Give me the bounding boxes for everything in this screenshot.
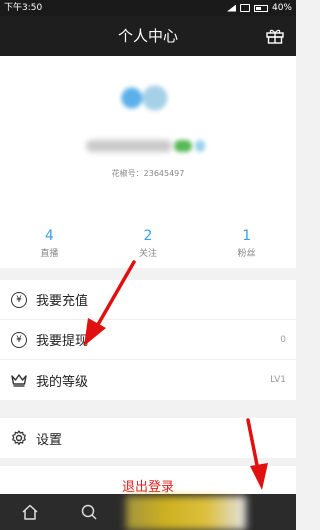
wallet-menu: ¥ 我要充值 ¥ 我要提现 0 我的等级 LV1 <box>0 280 296 400</box>
nav-home[interactable] <box>0 494 59 530</box>
stat-following-count: 2 <box>143 228 153 244</box>
menu-withdraw-label: 我要提现 <box>36 334 89 349</box>
settings-menu: 设置 <box>0 418 296 458</box>
stats-bar: 4 直播 2 关注 1 粉丝 <box>0 206 296 268</box>
profile-card: 花椒号：23645497 <box>0 56 296 206</box>
logout-button[interactable]: 退出登录 <box>0 466 296 494</box>
gift-icon[interactable] <box>266 28 284 44</box>
nav-center-button-blurred <box>126 496 246 530</box>
home-icon <box>22 504 38 520</box>
search-icon <box>81 504 97 520</box>
status-icons: 40% <box>226 0 292 16</box>
menu-level[interactable]: 我的等级 LV1 <box>0 360 296 400</box>
nickname-blurred <box>86 140 172 152</box>
user-id: 花椒号：23645497 <box>111 169 185 178</box>
menu-recharge-label: 我要充值 <box>36 294 89 309</box>
stat-live[interactable]: 4 直播 <box>0 206 99 268</box>
level-badge-icon <box>174 140 192 152</box>
stat-following-label: 关注 <box>139 249 158 259</box>
stat-fans-label: 粉丝 <box>237 249 256 259</box>
stat-fans-count: 1 <box>242 228 252 244</box>
withdraw-icon: ¥ <box>10 331 28 349</box>
status-time: 下午3:50 <box>4 3 43 13</box>
menu-settings[interactable]: 设置 <box>0 418 296 458</box>
stat-following[interactable]: 2 关注 <box>99 206 198 268</box>
gear-icon <box>10 429 28 447</box>
page-title: 个人中心 <box>117 27 178 45</box>
stat-live-label: 直播 <box>40 249 59 259</box>
menu-recharge[interactable]: ¥ 我要充值 <box>0 280 296 320</box>
recharge-icon: ¥ <box>10 291 28 309</box>
title-bar: 个人中心 <box>0 16 296 56</box>
menu-settings-label: 设置 <box>36 432 63 448</box>
signal-icon <box>226 4 236 12</box>
status-bar: 下午3:50 40% <box>0 0 296 16</box>
menu-level-value: LV1 <box>270 375 286 385</box>
stat-fans[interactable]: 1 粉丝 <box>197 206 296 268</box>
menu-withdraw-value: 0 <box>280 335 286 345</box>
crown-icon <box>10 371 28 389</box>
menu-withdraw[interactable]: ¥ 我要提现 0 <box>0 320 296 360</box>
battery-percent: 40% <box>271 3 292 13</box>
avatar[interactable] <box>112 80 178 116</box>
nav-search[interactable] <box>59 494 118 530</box>
stat-live-count: 4 <box>44 228 54 244</box>
gender-badge-icon <box>195 140 205 152</box>
battery-icon <box>253 4 268 12</box>
menu-level-label: 我的等级 <box>36 374 89 390</box>
sim-icon <box>239 4 250 12</box>
